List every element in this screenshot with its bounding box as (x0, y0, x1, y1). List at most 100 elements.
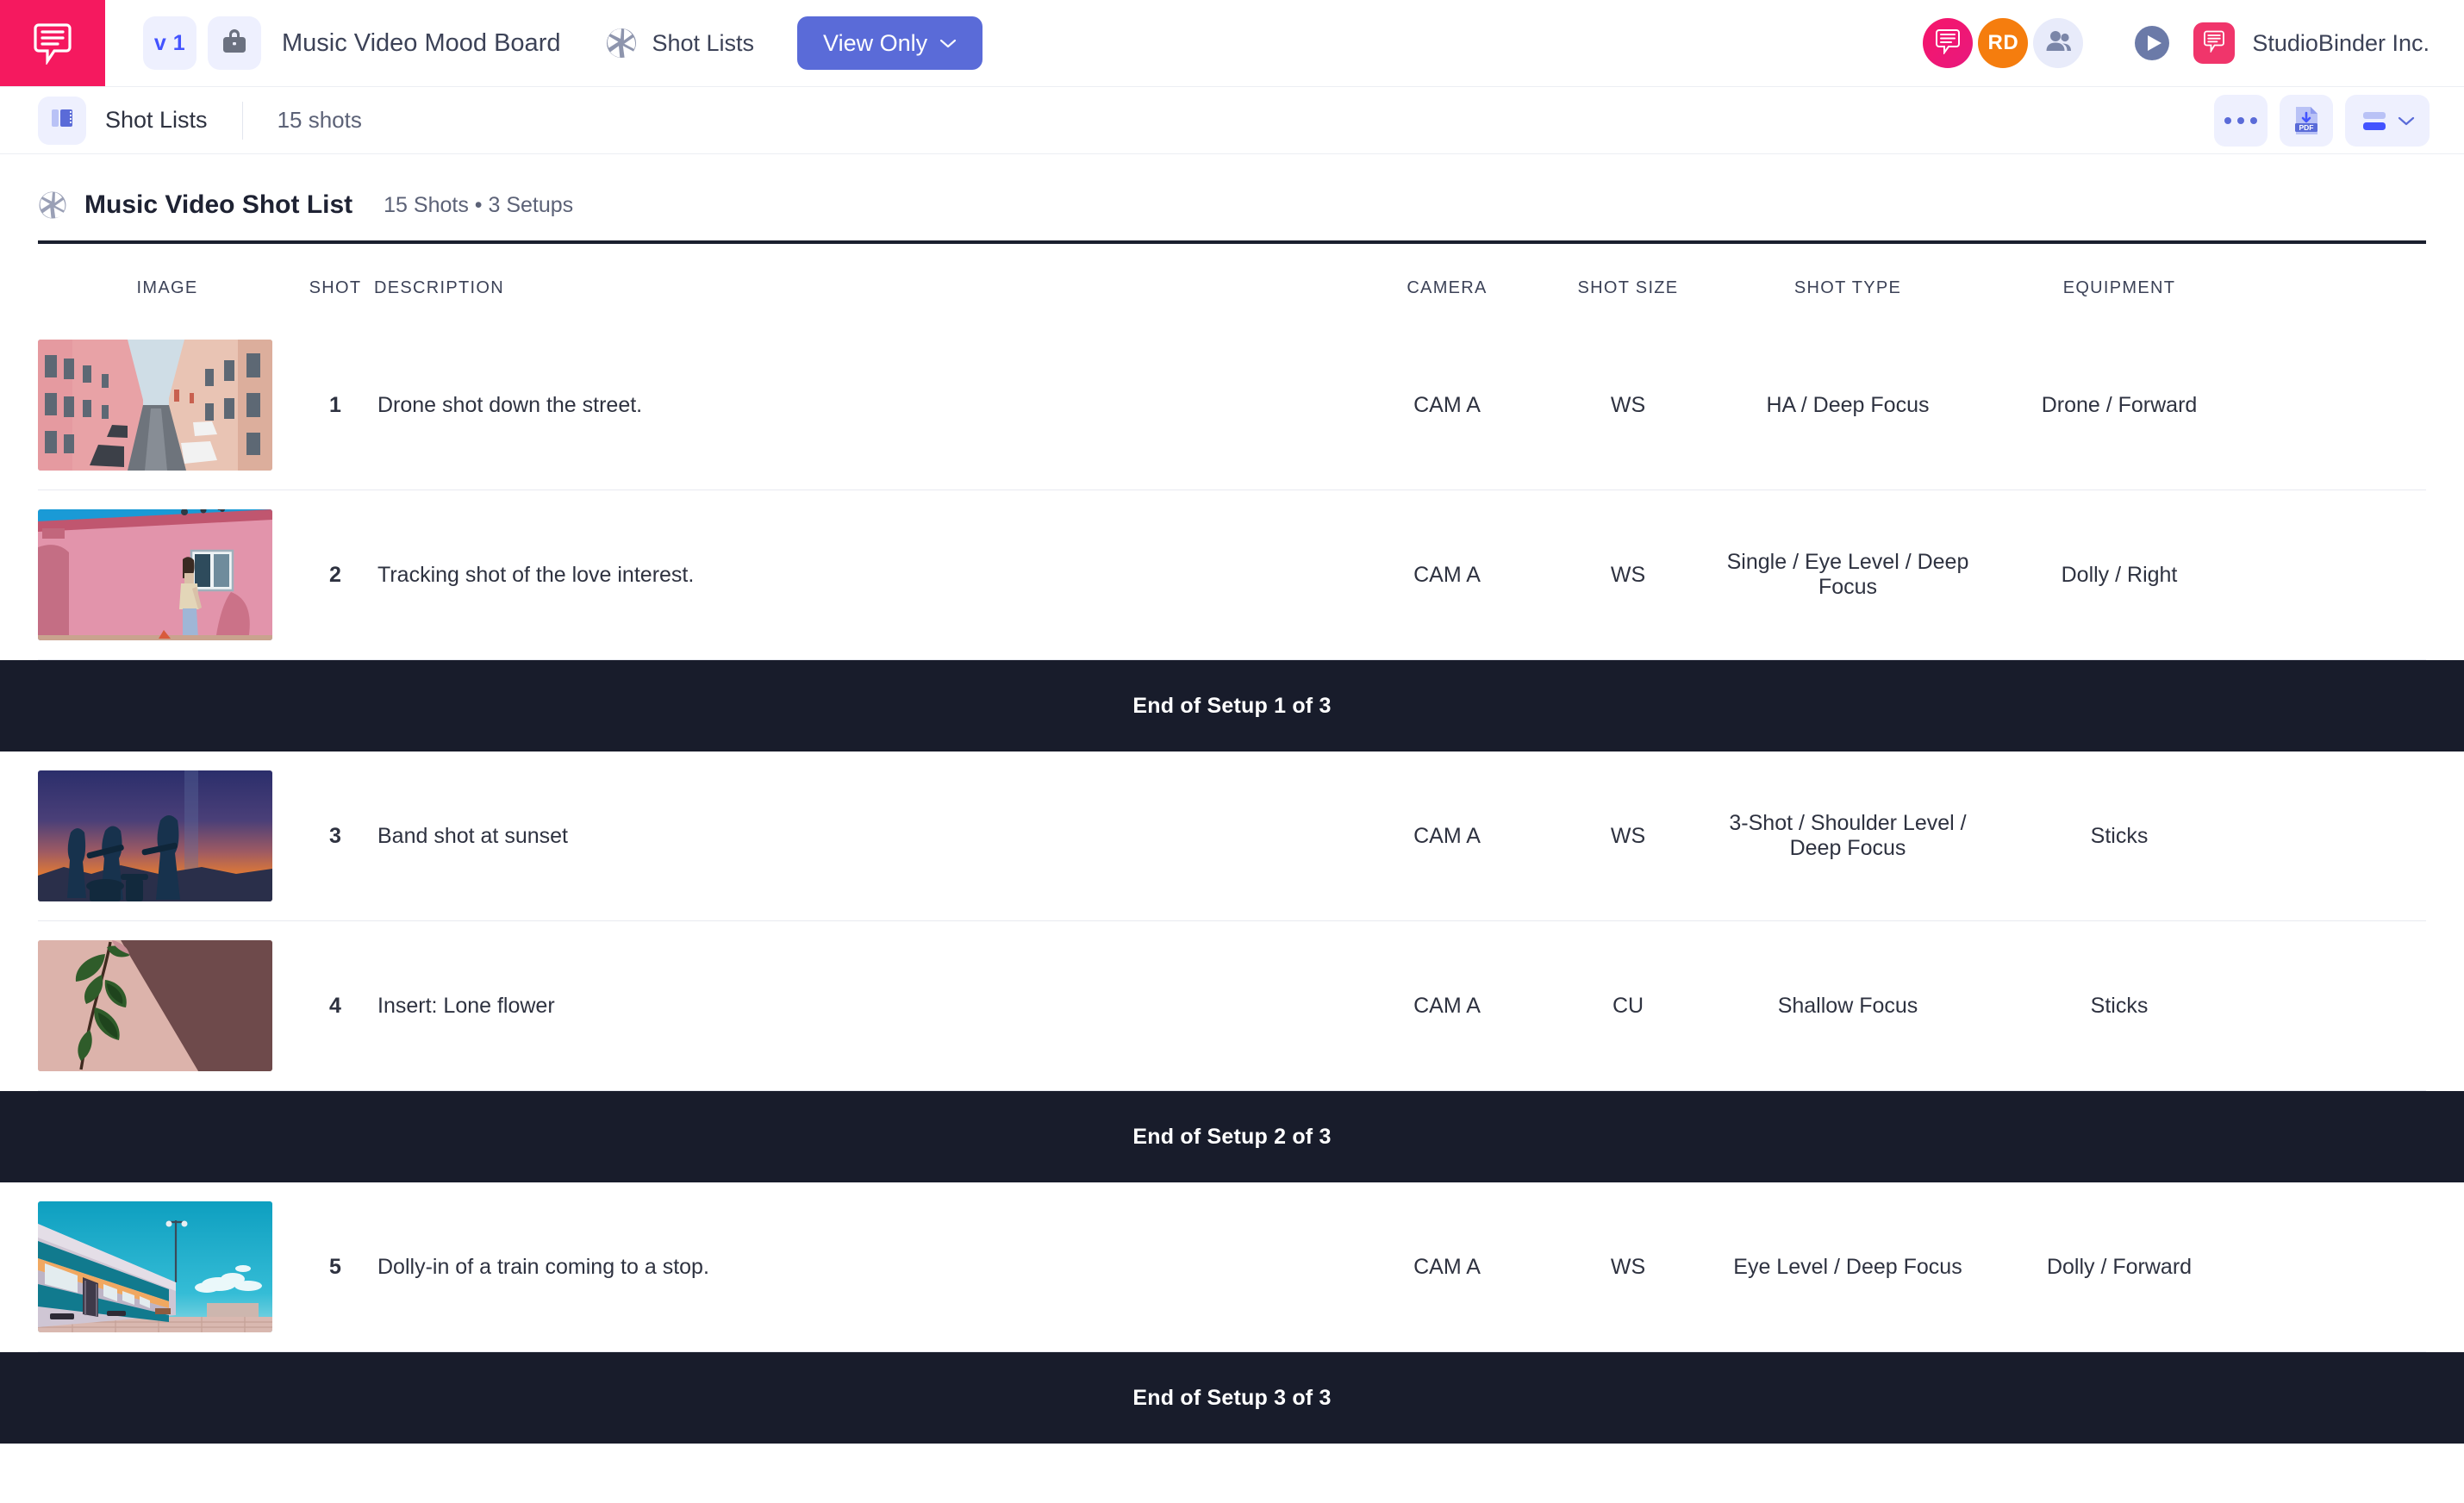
shot-list-icon-button[interactable] (38, 96, 86, 145)
shot-size: WS (1610, 1254, 1646, 1279)
more-options-button[interactable] (2214, 94, 2268, 147)
shot-type: HA / Deep Focus (1766, 392, 1930, 417)
layout-select-button[interactable] (2345, 94, 2430, 147)
shot-equipment: Dolly / Right (2061, 562, 2178, 587)
play-circle-icon[interactable] (2133, 24, 2171, 62)
table-body: 1 Drone shot down the street. CAM A WS HA / … (0, 321, 2464, 1444)
shot-description: Dolly-in of a train coming to a stop. (377, 1254, 709, 1279)
shot-equipment: Sticks (2090, 823, 2149, 848)
nav-shot-lists-label: Shot Lists (652, 29, 755, 56)
view-mode-label: View Only (823, 29, 928, 56)
shot-list-icon (50, 106, 74, 134)
app-logo-button[interactable] (0, 0, 105, 86)
column-header-image: IMAGE (136, 278, 198, 297)
view-mode-button[interactable]: View Only (797, 16, 983, 70)
column-header-camera: CAMERA (1407, 278, 1488, 297)
comment-bubble-icon (1935, 28, 1961, 59)
shot-thumbnail[interactable] (38, 1201, 272, 1332)
shot-description: Drone shot down the street. (377, 392, 643, 417)
table-row[interactable]: 2 Tracking shot of the love interest. CAM … (38, 490, 2426, 660)
people-icon (2044, 27, 2073, 59)
team-members-button[interactable] (2033, 18, 2084, 68)
shot-description: Band shot at sunset (377, 823, 568, 848)
version-label: v 1 (153, 30, 186, 55)
shot-count: 15 shots (277, 107, 362, 133)
shot-equipment: Drone / Forward (2041, 392, 2198, 417)
page-title: Music Video Shot List (84, 190, 353, 219)
column-header-description: DESCRIPTION (374, 278, 504, 297)
chevron-down-icon (2398, 115, 2415, 126)
shot-type: 3-Shot / Shoulder Level / Deep Focus (1729, 811, 1967, 860)
top-bar-left-group: v 1 Music Video Mood Board Shot Lists Vi… (105, 0, 983, 86)
shot-type: Eye Level / Deep Focus (1733, 1254, 1962, 1279)
table-row[interactable]: 3 Band shot at sunset CAM A WS 3-Shot / Shou… (38, 752, 2426, 921)
shot-description: Insert: Lone flower (377, 993, 555, 1018)
user-avatar[interactable]: RD (1978, 18, 2029, 68)
shot-equipment: Sticks (2090, 993, 2149, 1018)
shot-camera: CAM A (1413, 562, 1481, 587)
shot-type: Shallow Focus (1777, 993, 1918, 1018)
top-bar-right-group: RD StudioBinder Inc. (1923, 0, 2464, 86)
column-header-shot-type: SHOT TYPE (1793, 278, 1902, 297)
shot-image-cell (38, 921, 296, 1090)
setup-divider-row: End of Setup 3 of 3 (0, 1352, 2464, 1444)
shot-list-table: IMAGE SHOT DESCRIPTION CAMERA SHOT SIZE … (0, 240, 2464, 1444)
svg-text:PDF: PDF (2299, 123, 2314, 132)
shot-image-cell (38, 1182, 296, 1351)
sub-bar: Shot Lists 15 shots PDF (0, 87, 2464, 154)
shot-equipment: Dolly / Forward (2046, 1254, 2193, 1279)
setup-divider-label: End of Setup 1 of 3 (0, 660, 2464, 752)
setup-divider-row: End of Setup 1 of 3 (0, 660, 2464, 752)
shot-number: 2 (329, 562, 341, 587)
shot-size: WS (1610, 562, 1646, 587)
shot-size: CU (1612, 993, 1644, 1018)
shot-image-cell (38, 321, 296, 490)
version-chip[interactable]: v 1 (143, 16, 196, 70)
list-meta: 15 Shots • 3 Setups (384, 192, 574, 217)
sub-bar-title: Shot Lists (105, 107, 208, 133)
nav-shot-lists[interactable]: Shot Lists (605, 27, 754, 59)
shot-image-cell (38, 752, 296, 920)
layout-rows-icon (2360, 109, 2389, 133)
table-header-row: IMAGE SHOT DESCRIPTION CAMERA SHOT SIZE … (38, 244, 2426, 321)
shot-thumbnail[interactable] (38, 940, 272, 1071)
column-header-equipment: EQUIPMENT (2062, 278, 2176, 297)
shot-image-cell (38, 490, 296, 659)
column-header-shot: SHOT (309, 278, 362, 297)
sub-bar-actions: PDF (2214, 94, 2430, 147)
shot-list-header: Music Video Shot List 15 Shots • 3 Setup… (0, 154, 2464, 228)
studiobinder-mark-icon (2203, 29, 2225, 57)
table-row[interactable]: 1 Drone shot down the street. CAM A WS HA / … (38, 321, 2426, 490)
shot-camera: CAM A (1413, 823, 1481, 848)
brand-name[interactable]: StudioBinder Inc. (2252, 30, 2430, 57)
download-pdf-button[interactable]: PDF (2280, 94, 2333, 147)
shot-description: Tracking shot of the love interest. (377, 562, 695, 587)
notifications-button[interactable] (1923, 18, 1974, 68)
shot-thumbnail[interactable] (38, 770, 272, 901)
ellipsis-icon (2224, 116, 2257, 124)
shot-thumbnail[interactable] (38, 340, 272, 471)
setup-divider-label: End of Setup 3 of 3 (0, 1352, 2464, 1444)
briefcase-icon (220, 27, 249, 60)
shot-camera: CAM A (1413, 1254, 1481, 1279)
chevron-down-icon (939, 34, 957, 53)
table-row[interactable]: 5 Dolly-in of a train coming to a stop. CA… (38, 1182, 2426, 1352)
shot-camera: CAM A (1413, 993, 1481, 1018)
shot-thumbnail[interactable] (38, 509, 272, 640)
studiobinder-logo-icon (32, 22, 73, 65)
shot-number: 1 (329, 392, 341, 417)
divider (241, 101, 243, 140)
project-icon-button[interactable] (208, 16, 261, 70)
user-initials: RD (1987, 31, 2019, 54)
aperture-icon (38, 190, 67, 220)
setup-divider-row: End of Setup 2 of 3 (0, 1091, 2464, 1182)
shot-number: 3 (329, 823, 341, 848)
top-bar: v 1 Music Video Mood Board Shot Lists Vi… (0, 0, 2464, 87)
shot-camera: CAM A (1413, 392, 1481, 417)
project-title[interactable]: Music Video Mood Board (282, 29, 560, 58)
aperture-icon (605, 27, 638, 59)
brand-logo-button[interactable] (2193, 22, 2236, 64)
table-row[interactable]: 4 Insert: Lone flower CAM A CU Shallow Focus… (38, 921, 2426, 1091)
pdf-download-icon: PDF (2292, 105, 2321, 136)
shot-size: WS (1610, 823, 1646, 848)
